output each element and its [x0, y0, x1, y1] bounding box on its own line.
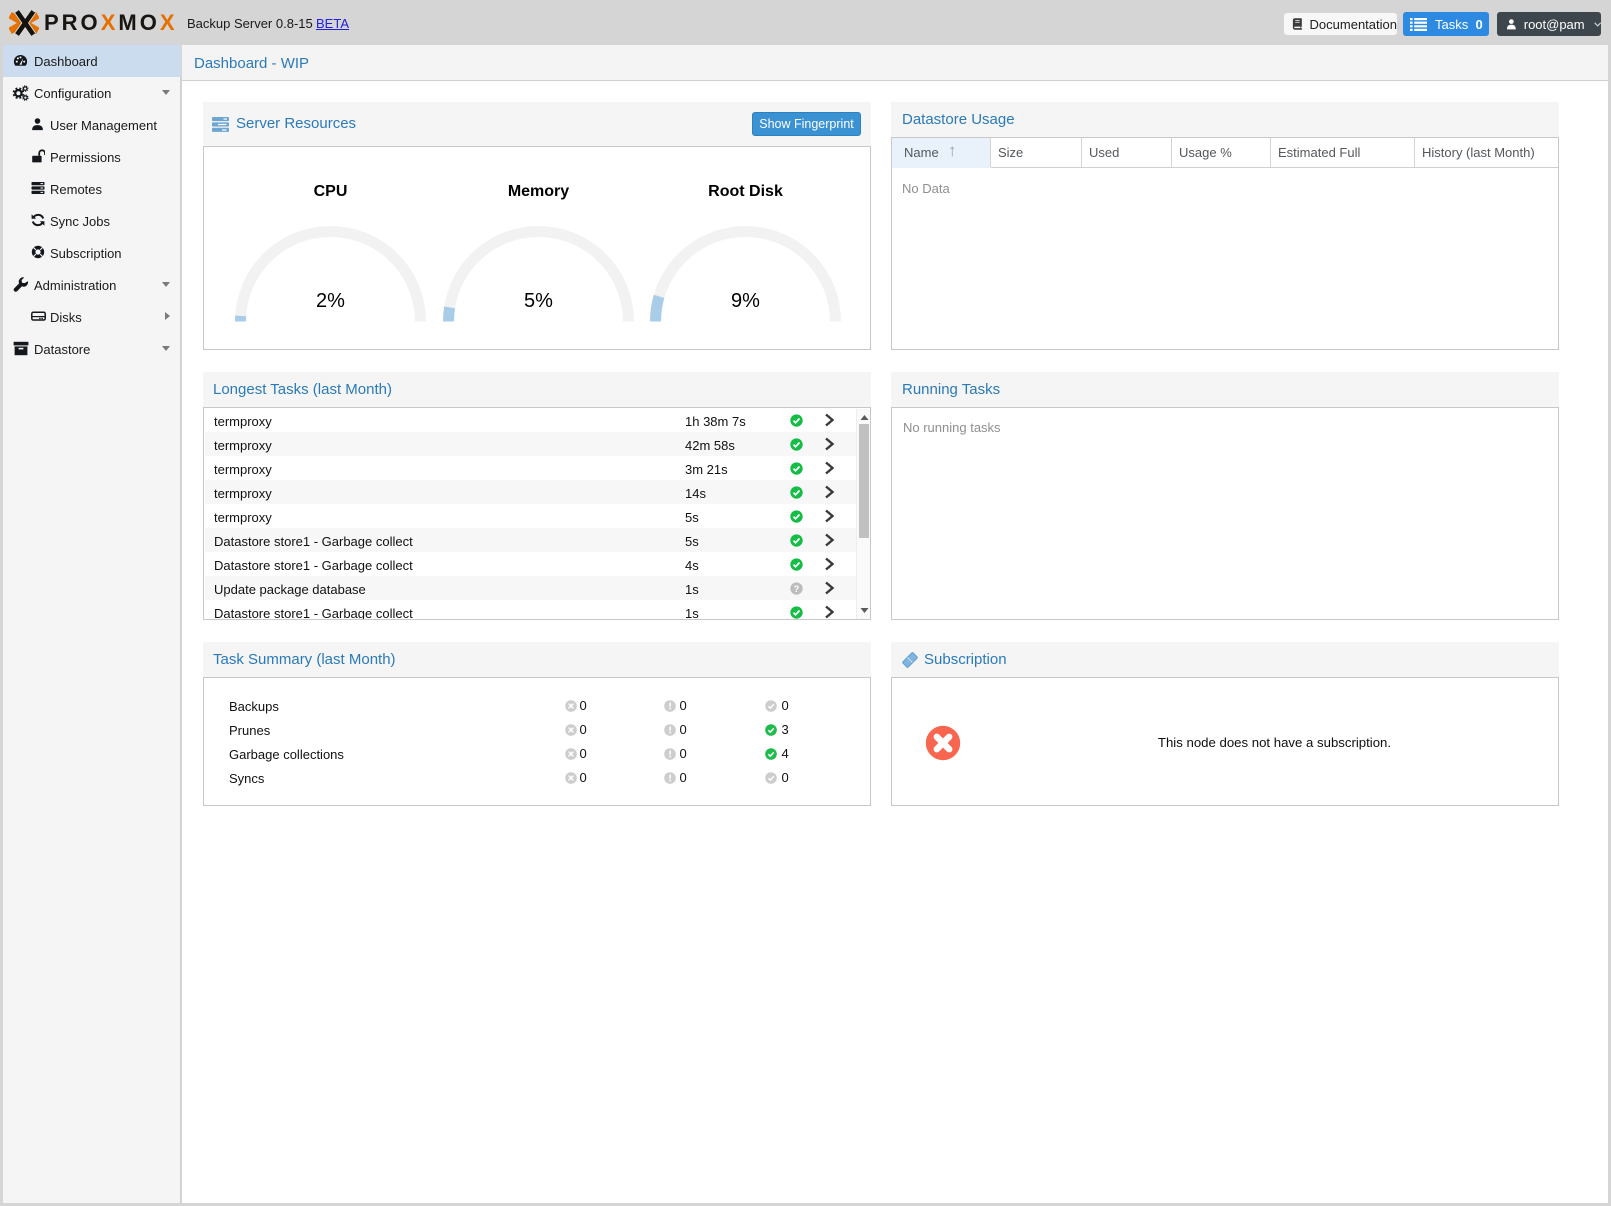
- svg-text:?: ?: [793, 583, 798, 593]
